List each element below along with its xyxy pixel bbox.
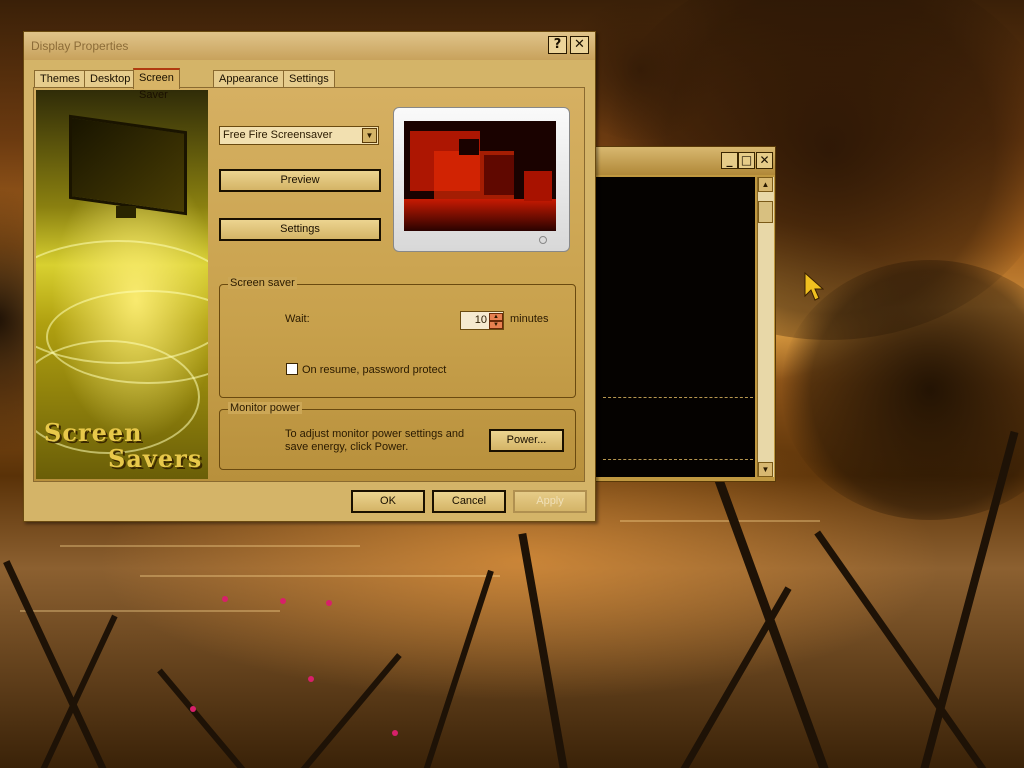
tab-desktop[interactable]: Desktop	[84, 70, 137, 88]
ok-button[interactable]: OK	[351, 490, 425, 513]
chevron-down-icon[interactable]: ▼	[362, 128, 377, 143]
cancel-button[interactable]: Cancel	[432, 490, 506, 513]
minimize-button[interactable]: _	[721, 152, 738, 169]
power-button[interactable]: Power...	[489, 429, 564, 452]
screen-savers-logo-line2: Savers	[108, 444, 203, 473]
vertical-scrollbar[interactable]: ▲ ▼	[757, 177, 774, 477]
flower	[280, 598, 286, 604]
dialog-titlebar[interactable]: Display Properties ? ✕	[24, 32, 595, 60]
water-ripple	[620, 520, 820, 522]
screen-saver-group-legend: Screen saver	[228, 277, 297, 289]
apply-button[interactable]: Apply	[513, 490, 587, 513]
screensaver-preview-monitor	[393, 107, 570, 252]
screensaver-select-value: Free Fire Screensaver	[223, 129, 333, 141]
settings-button[interactable]: Settings	[219, 218, 381, 241]
reed	[707, 458, 829, 768]
monitor-power-description: To adjust monitor power settings and sav…	[285, 428, 465, 453]
reed	[40, 614, 118, 768]
reed	[518, 532, 568, 768]
dialog-title: Display Properties	[31, 39, 129, 53]
screen-saver-group: Screen saver	[219, 277, 576, 398]
water-ripple	[20, 610, 280, 612]
monitor-stand	[116, 206, 136, 218]
tab-screen-saver[interactable]: Screen Saver	[133, 68, 180, 101]
flower	[308, 676, 314, 682]
preview-screen	[404, 121, 556, 231]
flower	[392, 730, 398, 736]
minutes-label: minutes	[510, 313, 549, 325]
wait-minutes-stepper[interactable]: 10 ▲ ▼	[460, 311, 504, 330]
tab-appearance[interactable]: Appearance	[213, 70, 285, 88]
close-button[interactable]: ✕	[570, 36, 589, 54]
screensaver-select[interactable]: Free Fire Screensaver ▼	[219, 126, 379, 145]
background-window[interactable]: _ □ ✕ ▲ ▼	[590, 146, 776, 482]
preview-button[interactable]: Preview	[219, 169, 381, 192]
display-properties-dialog: Display Properties ? ✕ Themes Desktop Sc…	[23, 31, 596, 522]
monitor-power-group-legend: Monitor power	[228, 402, 302, 414]
power-led-icon	[539, 236, 547, 244]
flower	[222, 596, 228, 602]
screen-savers-logo-line1: Screen	[44, 418, 143, 447]
wait-label: Wait:	[285, 313, 310, 325]
increment-icon[interactable]: ▲	[489, 313, 503, 321]
reed	[814, 530, 987, 768]
maximize-button[interactable]: □	[738, 152, 755, 169]
monitor-illustration	[69, 114, 187, 216]
dashed-line	[603, 397, 753, 398]
flower	[326, 600, 332, 606]
reed	[680, 586, 792, 768]
password-protect-checkbox[interactable]	[286, 363, 298, 375]
reed	[420, 569, 494, 768]
flower	[190, 706, 196, 712]
tab-settings[interactable]: Settings	[283, 70, 335, 88]
water-ripple	[140, 575, 500, 577]
mouse-cursor-icon	[804, 272, 824, 301]
password-protect-label[interactable]: On resume, password protect	[302, 364, 446, 376]
scrollbar-thumb[interactable]	[758, 201, 773, 223]
scroll-up-icon[interactable]: ▲	[758, 177, 773, 192]
reed	[300, 653, 402, 768]
water-ripple	[60, 545, 360, 547]
reed	[157, 668, 246, 768]
console-screen[interactable]	[595, 177, 755, 477]
close-button[interactable]: ✕	[756, 152, 773, 169]
screen-savers-artwork: Screen Savers	[36, 90, 208, 479]
tab-themes[interactable]: Themes	[34, 70, 86, 88]
wait-minutes-value: 10	[474, 314, 487, 326]
help-button[interactable]: ?	[548, 36, 567, 54]
scroll-down-icon[interactable]: ▼	[758, 462, 773, 477]
decrement-icon[interactable]: ▼	[489, 321, 503, 329]
dashed-line	[603, 459, 753, 460]
